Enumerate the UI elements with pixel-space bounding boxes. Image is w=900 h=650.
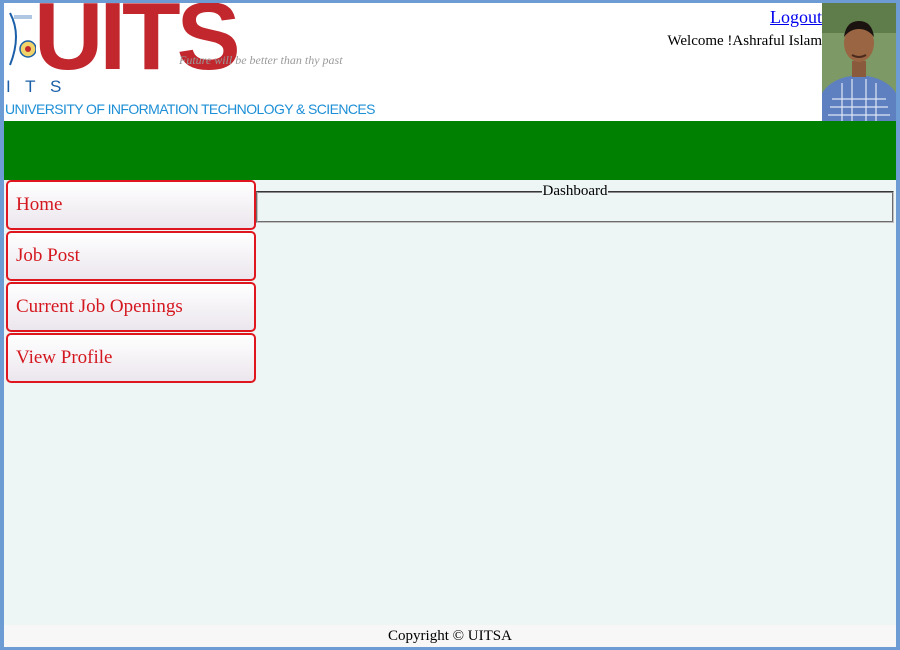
sidebar-item-home[interactable]: Home (6, 180, 256, 230)
page-frame: UITS I T S Future will be better than th… (4, 3, 896, 647)
header-navigation-bar (4, 121, 896, 180)
copyright-text: Copyright © UITSA (388, 628, 512, 644)
sidebar-item-job-post[interactable]: Job Post (6, 231, 256, 281)
page-footer: Copyright © UITSA (4, 625, 896, 647)
dashboard-panel: Dashboard (256, 183, 894, 223)
logo-short-name: I T S (6, 77, 67, 96)
dashboard-title: Dashboard (542, 183, 608, 199)
logo-full-name: UNIVERSITY OF INFORMATION TECHNOLOGY & S… (5, 101, 375, 117)
user-photo-icon (822, 3, 896, 121)
user-avatar (822, 3, 896, 121)
university-seal-icon (9, 12, 36, 66)
logo-letters: UITS (34, 3, 241, 90)
site-header: UITS I T S Future will be better than th… (4, 3, 896, 121)
sidebar-menu: Home Job Post Current Job Openings View … (6, 180, 256, 384)
sidebar-item-current-job-openings[interactable]: Current Job Openings (6, 282, 256, 332)
university-logo[interactable]: UITS I T S Future will be better than th… (4, 3, 375, 121)
logout-link[interactable]: Logout (770, 7, 822, 28)
welcome-message: Welcome !Ashraful Islam (667, 33, 822, 49)
sidebar-item-view-profile[interactable]: View Profile (6, 333, 256, 383)
logo-tagline: Future will be better than thy past (179, 53, 343, 67)
